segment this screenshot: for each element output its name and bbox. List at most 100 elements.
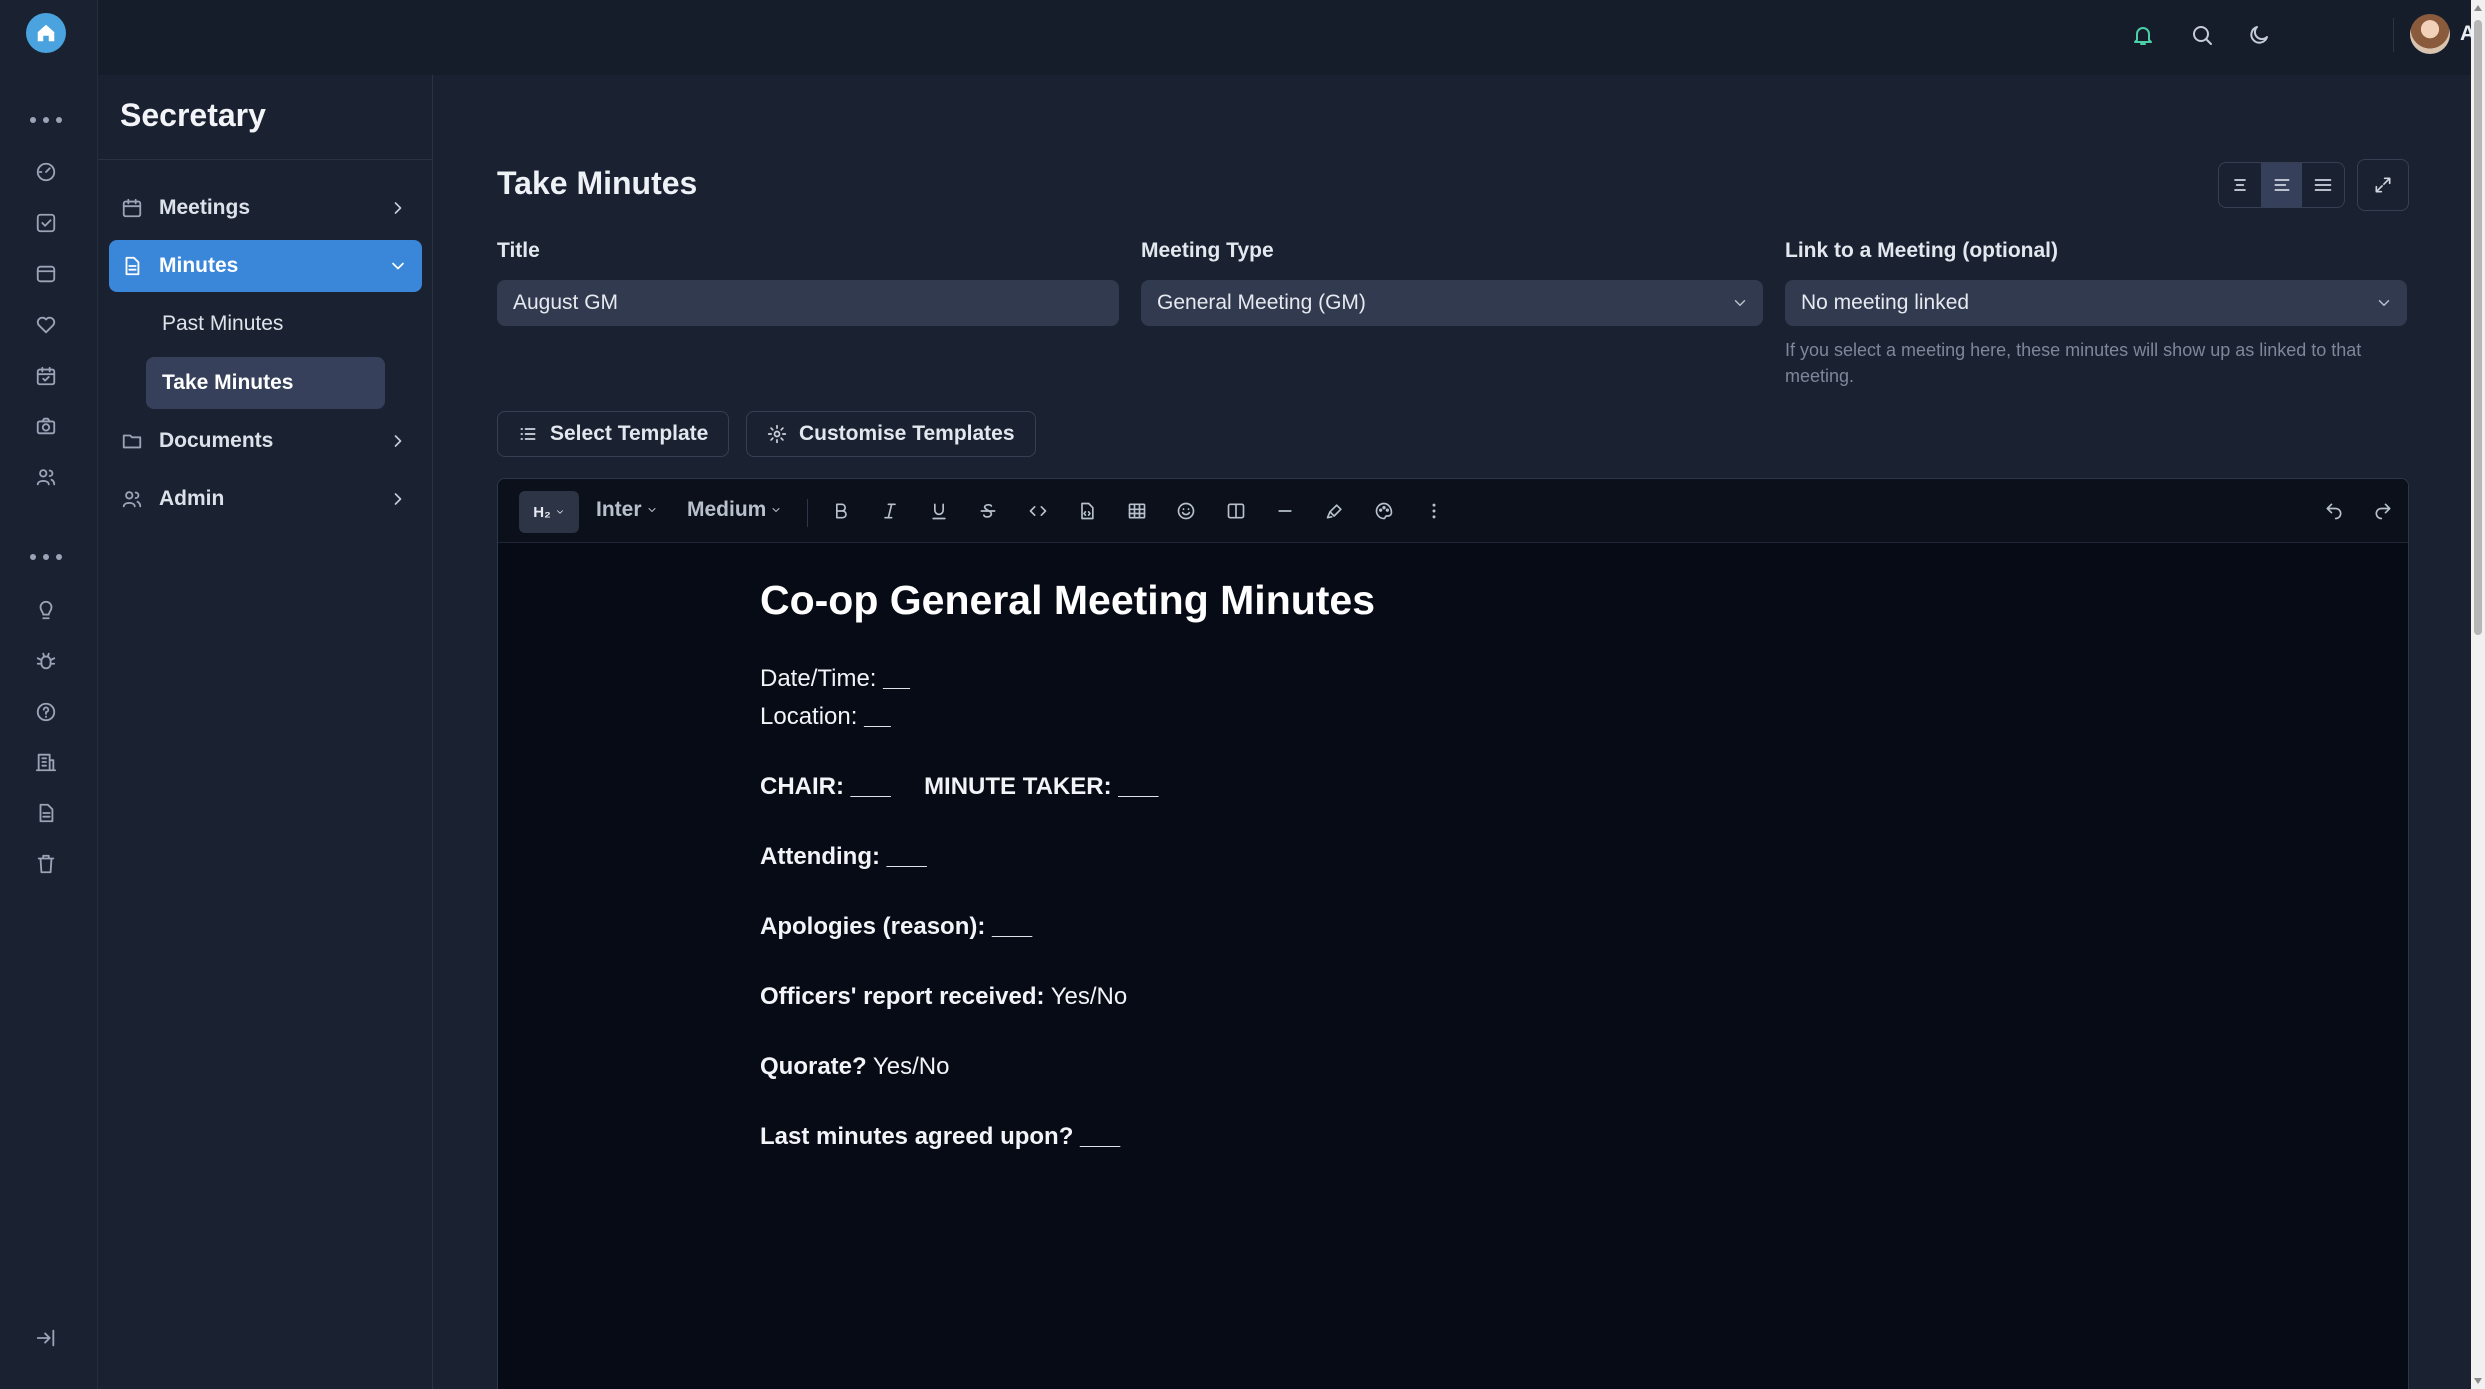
minutes-editor[interactable]: H₂ Inter Medium Co-op General Meeting Mi…	[497, 478, 2409, 1389]
editor-toolbar: H₂ Inter Medium	[498, 479, 2408, 543]
help-icon[interactable]	[31, 697, 61, 727]
redo-button[interactable]	[2371, 499, 2395, 523]
page-scrollbar[interactable]	[2471, 0, 2485, 1389]
bell-icon[interactable]	[2126, 18, 2160, 52]
apologies-label: Apologies (reason):	[760, 913, 986, 940]
scroll-down-icon[interactable]	[2474, 1378, 2482, 1384]
title-input-value: August GM	[513, 291, 619, 314]
font-family-select[interactable]: Inter	[596, 498, 658, 522]
link-meeting-label: Link to a Meeting (optional)	[1785, 239, 2058, 262]
trash-icon[interactable]	[31, 849, 61, 879]
emoji-button[interactable]	[1174, 499, 1198, 523]
align-justify-icon	[2314, 179, 2332, 191]
calendar-check-icon[interactable]	[31, 361, 61, 391]
lightbulb-icon[interactable]	[31, 595, 61, 625]
underline-button[interactable]	[927, 499, 951, 523]
highlight-button[interactable]	[1323, 499, 1347, 523]
document-heading: Co-op General Meeting Minutes	[760, 577, 1376, 623]
section-title: Secretary	[120, 97, 266, 133]
select-template-label: Select Template	[550, 422, 709, 445]
chair-line: CHAIR: ___ MINUTE TAKER: ___	[760, 768, 2150, 806]
chevron-right-icon	[394, 202, 402, 214]
align-left-icon	[2274, 179, 2289, 191]
more-button[interactable]	[1422, 499, 1446, 523]
chevron-right-icon	[394, 435, 402, 447]
apologies-line: Apologies (reason): ___	[760, 908, 2150, 946]
horizontal-rule-button[interactable]	[1273, 499, 1297, 523]
chevron-down-icon	[2378, 300, 2390, 306]
inbox-icon[interactable]	[31, 259, 61, 289]
meeting-type-select[interactable]: General Meeting (GM)	[1141, 280, 1763, 326]
building-icon[interactable]	[31, 747, 61, 777]
nav-item-admin[interactable]: Admin	[109, 473, 422, 525]
file-button[interactable]	[1075, 499, 1099, 523]
title-input[interactable]: August GM	[497, 280, 1119, 326]
select-template-button[interactable]: Select Template	[497, 411, 730, 457]
minute-taker-blank: ___	[1118, 773, 1159, 800]
date-time-blank: __	[883, 665, 910, 692]
customise-templates-button[interactable]: Customise Templates	[746, 411, 1036, 457]
sub-item-label: Past Minutes	[162, 312, 284, 335]
chevron-down-icon	[392, 262, 404, 270]
document-icon[interactable]	[31, 798, 61, 828]
checklist-icon[interactable]	[31, 208, 61, 238]
align-medium-button[interactable]	[2260, 163, 2303, 207]
strikethrough-button[interactable]	[976, 499, 1000, 523]
expand-button[interactable]	[2357, 159, 2409, 211]
redo-icon	[2375, 503, 2391, 520]
align-wide-button[interactable]	[2302, 163, 2344, 207]
icon-rail	[0, 0, 98, 1389]
search-icon[interactable]	[2185, 18, 2219, 52]
list-icon	[520, 428, 536, 440]
toolbar-divider	[807, 499, 808, 527]
nav-item-minutes[interactable]: Minutes	[109, 240, 422, 292]
columns-button[interactable]	[1224, 499, 1248, 523]
minus-icon	[1278, 510, 1292, 512]
users-icon	[122, 491, 142, 508]
undo-button[interactable]	[2322, 499, 2346, 523]
chevron-down-icon	[772, 508, 780, 512]
last-minutes-blank: ___	[1080, 1123, 1121, 1150]
last-minutes-line: Last minutes agreed upon? ___	[760, 1118, 2150, 1156]
moon-icon[interactable]	[2242, 18, 2276, 52]
document-body[interactable]: Co-op General Meeting Minutes Date/Time:…	[760, 577, 2150, 1156]
dashboard-icon[interactable]	[31, 157, 61, 187]
gear-icon	[767, 424, 787, 444]
customise-templates-label: Customise Templates	[799, 422, 1015, 445]
more-dots-icon[interactable]	[30, 115, 62, 125]
nav-item-label: Meetings	[159, 196, 251, 219]
heart-icon[interactable]	[31, 310, 61, 340]
scrollbar-thumb[interactable]	[2474, 20, 2482, 635]
home-icon[interactable]	[26, 13, 66, 53]
bold-button[interactable]	[829, 499, 853, 523]
sub-item-take-minutes[interactable]: Take Minutes	[146, 357, 385, 409]
bug-icon[interactable]	[31, 646, 61, 676]
italic-button[interactable]	[878, 499, 902, 523]
avatar[interactable]	[2410, 14, 2450, 54]
font-weight-select[interactable]: Medium	[687, 498, 782, 522]
topbar-divider	[2393, 18, 2394, 52]
heading-select[interactable]: H₂	[519, 491, 579, 533]
camera-icon[interactable]	[31, 411, 61, 441]
sub-item-label: Take Minutes	[162, 371, 294, 394]
align-narrow-button[interactable]	[2219, 163, 2261, 207]
page-title: Take Minutes	[497, 165, 698, 201]
code-button[interactable]	[1026, 499, 1050, 523]
more-dots-icon[interactable]	[30, 552, 62, 562]
scroll-up-icon[interactable]	[2474, 5, 2482, 11]
columns-icon	[1227, 503, 1245, 519]
table-button[interactable]	[1125, 499, 1149, 523]
nav-item-documents[interactable]: Documents	[109, 415, 422, 467]
nav-item-meetings[interactable]: Meetings	[109, 182, 422, 234]
nav-item-label: Admin	[159, 487, 225, 510]
more-vertical-icon	[1432, 503, 1436, 519]
chevron-right-icon	[394, 493, 402, 505]
color-button[interactable]	[1372, 499, 1396, 523]
collapse-icon[interactable]	[31, 1323, 61, 1353]
sub-item-past-minutes[interactable]: Past Minutes	[146, 298, 385, 350]
link-meeting-select[interactable]: No meeting linked	[1785, 280, 2407, 326]
nav-item-label: Documents	[159, 429, 274, 452]
users-icon[interactable]	[31, 462, 61, 492]
emoji-icon	[1177, 502, 1195, 520]
divider	[98, 159, 432, 160]
